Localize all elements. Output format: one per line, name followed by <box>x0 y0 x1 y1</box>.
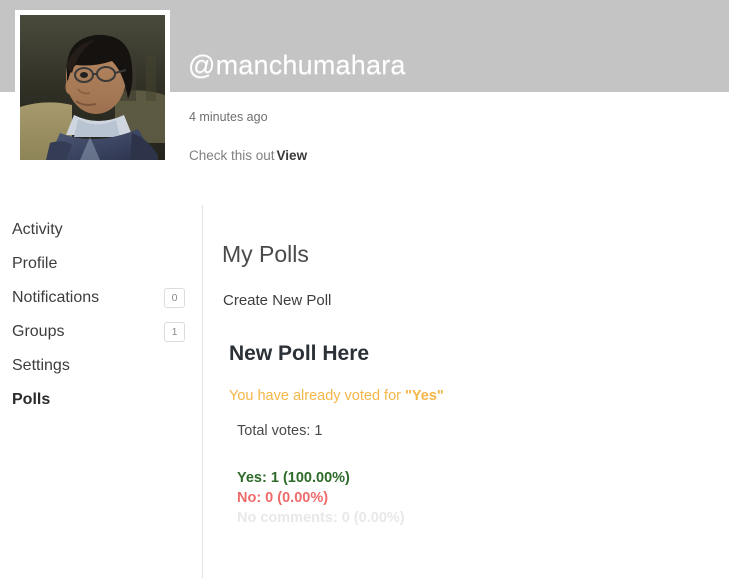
avatar[interactable] <box>20 15 165 160</box>
activity-message-text: Check this out <box>189 148 275 163</box>
activity-timestamp: 4 minutes ago <box>189 110 268 124</box>
poll-voted-note: You have already voted for "Yes" <box>229 364 699 404</box>
sidebar-item-label: Activity <box>12 221 63 238</box>
user-handle: @manchumahara <box>188 50 406 80</box>
poll-result-yes: Yes: 1 (100.00%) <box>237 470 350 486</box>
sidebar-item-groups[interactable]: Groups 1 <box>0 315 195 349</box>
page-title: My Polls <box>222 241 309 267</box>
sidebar-item-label: Profile <box>12 255 58 272</box>
view-link[interactable]: View <box>277 148 308 163</box>
poll-title: New Poll Here <box>229 342 370 365</box>
poll-block: New Poll Here You have already voted for… <box>229 343 699 528</box>
sidebar-item-label: Notifications <box>12 289 100 306</box>
poll-results-list: Yes: 1 (100.00%) No: 0 (0.00%) No commen… <box>229 438 699 528</box>
poll-result-no-comments: No comments: 0 (0.00%) <box>237 510 405 526</box>
sidebar-item-profile[interactable]: Profile <box>0 247 195 281</box>
create-new-poll-link[interactable]: Create New Poll <box>223 293 331 308</box>
activity-message: Check this out View <box>189 149 307 163</box>
avatar-card <box>15 10 170 165</box>
sidebar-item-label: Settings <box>12 357 70 374</box>
sidebar-item-label: Groups <box>12 323 65 340</box>
sidebar-item-notifications[interactable]: Notifications 0 <box>0 281 195 315</box>
sidebar-item-settings[interactable]: Settings <box>0 349 195 383</box>
sidebar-item-label: Polls <box>12 391 51 408</box>
poll-voted-prefix: You have already voted for <box>229 388 406 404</box>
poll-result-no: No: 0 (0.00%) <box>237 490 329 506</box>
profile-nav: Activity Profile Notifications 0 Groups … <box>0 213 195 417</box>
sidebar-item-activity[interactable]: Activity <box>0 213 195 247</box>
main-panel: My Polls Create New Poll New Poll Here Y… <box>203 205 729 578</box>
content-wrap: Activity Profile Notifications 0 Groups … <box>0 205 729 578</box>
notifications-badge: 0 <box>164 288 185 308</box>
groups-badge: 1 <box>164 322 185 342</box>
poll-total-votes: Total votes: 1 <box>237 422 323 439</box>
poll-voted-choice: "Yes" <box>405 388 444 404</box>
sidebar-item-polls[interactable]: Polls <box>0 383 195 417</box>
